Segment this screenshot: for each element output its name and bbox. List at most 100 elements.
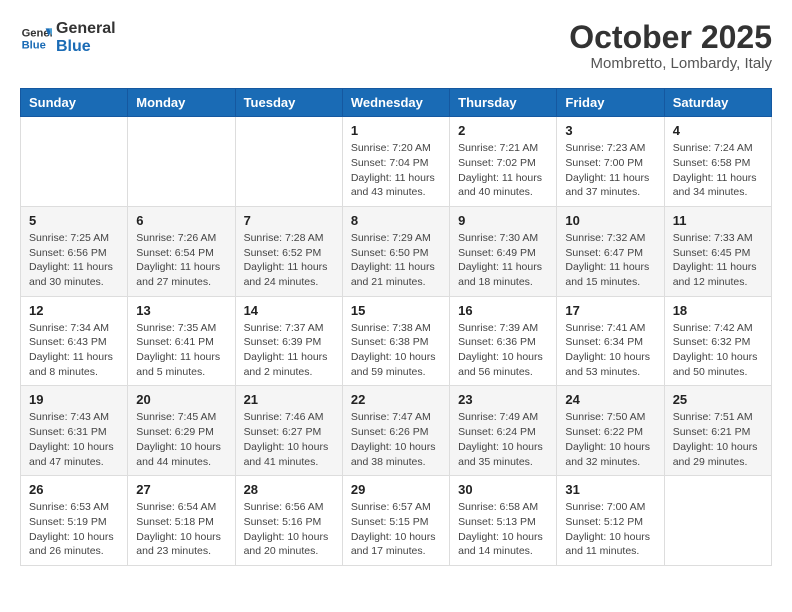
day-number: 13 bbox=[136, 303, 226, 318]
calendar-cell bbox=[21, 117, 128, 207]
calendar-cell: 9 Sunrise: 7:30 AM Sunset: 6:49 PM Daylig… bbox=[450, 206, 557, 296]
day-info: Sunrise: 7:43 AM Sunset: 6:31 PM Dayligh… bbox=[29, 410, 119, 469]
day-number: 3 bbox=[565, 123, 655, 138]
calendar-cell bbox=[664, 476, 771, 566]
logo: General Blue General Blue bbox=[20, 20, 116, 55]
weekday-header-wednesday: Wednesday bbox=[342, 89, 449, 117]
title-section: October 2025 Mombretto, Lombardy, Italy bbox=[569, 20, 772, 72]
day-number: 15 bbox=[351, 303, 441, 318]
day-info: Sunrise: 6:56 AM Sunset: 5:16 PM Dayligh… bbox=[244, 500, 334, 559]
day-number: 2 bbox=[458, 123, 548, 138]
day-info: Sunrise: 6:57 AM Sunset: 5:15 PM Dayligh… bbox=[351, 500, 441, 559]
calendar-cell: 20Sunrise: 7:45 AM Sunset: 6:29 PM Dayli… bbox=[128, 386, 235, 476]
month-title: October 2025 bbox=[569, 20, 772, 55]
day-number: 26 bbox=[29, 482, 119, 497]
day-number: 7 bbox=[244, 213, 334, 228]
calendar-cell: 19 Sunrise: 7:43 AM Sunset: 6:31 PM Dayli… bbox=[21, 386, 128, 476]
day-info: Sunrise: 7:45 AM Sunset: 6:29 PM Dayligh… bbox=[136, 410, 226, 469]
page-header: General Blue General Blue October 2025 M… bbox=[20, 20, 772, 72]
day-info: Sunrise: 7:00 AM Sunset: 5:12 PM Dayligh… bbox=[565, 500, 655, 559]
logo-icon: General Blue bbox=[20, 22, 52, 54]
week-row-4: 19 Sunrise: 7:43 AM Sunset: 6:31 PM Dayli… bbox=[21, 386, 772, 476]
day-info: Sunrise: 7:51 AM Sunset: 6:21 PM Dayligh… bbox=[673, 410, 763, 469]
day-info: Sunrise: 7:41 AM Sunset: 6:34 PM Dayligh… bbox=[565, 321, 655, 380]
calendar-cell: 16 Sunrise: 7:39 AM Sunset: 6:36 PM Dayli… bbox=[450, 296, 557, 386]
day-number: 22 bbox=[351, 392, 441, 407]
day-info: Sunrise: 7:35 AM Sunset: 6:41 PM Dayligh… bbox=[136, 321, 226, 380]
day-number: 27 bbox=[136, 482, 226, 497]
day-number: 12 bbox=[29, 303, 119, 318]
calendar-cell: 26 Sunrise: 6:53 AM Sunset: 5:19 PM Dayli… bbox=[21, 476, 128, 566]
day-number: 31 bbox=[565, 482, 655, 497]
calendar-cell: 15 Sunrise: 7:38 AM Sunset: 6:38 PM Dayli… bbox=[342, 296, 449, 386]
day-number: 25 bbox=[673, 392, 763, 407]
calendar-cell: 17 Sunrise: 7:41 AM Sunset: 6:34 PM Dayli… bbox=[557, 296, 664, 386]
day-number: 17 bbox=[565, 303, 655, 318]
day-number: 1 bbox=[351, 123, 441, 138]
weekday-header-monday: Monday bbox=[128, 89, 235, 117]
logo-general: General bbox=[56, 20, 116, 38]
svg-text:Blue: Blue bbox=[22, 39, 46, 51]
calendar-cell bbox=[128, 117, 235, 207]
calendar-cell: 30 Sunrise: 6:58 AM Sunset: 5:13 PM Dayli… bbox=[450, 476, 557, 566]
calendar-cell: 5Sunrise: 7:25 AM Sunset: 6:56 PM Daylig… bbox=[21, 206, 128, 296]
day-number: 24 bbox=[565, 392, 655, 407]
day-info: Sunrise: 6:54 AM Sunset: 5:18 PM Dayligh… bbox=[136, 500, 226, 559]
calendar-cell: 1 Sunrise: 7:20 AM Sunset: 7:04 PM Daylig… bbox=[342, 117, 449, 207]
day-info: Sunrise: 7:39 AM Sunset: 6:36 PM Dayligh… bbox=[458, 321, 548, 380]
day-number: 14 bbox=[244, 303, 334, 318]
day-info: Sunrise: 7:42 AM Sunset: 6:32 PM Dayligh… bbox=[673, 321, 763, 380]
weekday-header-friday: Friday bbox=[557, 89, 664, 117]
day-info: Sunrise: 7:34 AM Sunset: 6:43 PM Dayligh… bbox=[29, 321, 119, 380]
day-info: Sunrise: 7:47 AM Sunset: 6:26 PM Dayligh… bbox=[351, 410, 441, 469]
day-info: Sunrise: 7:46 AM Sunset: 6:27 PM Dayligh… bbox=[244, 410, 334, 469]
day-number: 10 bbox=[565, 213, 655, 228]
day-number: 28 bbox=[244, 482, 334, 497]
day-number: 23 bbox=[458, 392, 548, 407]
location: Mombretto, Lombardy, Italy bbox=[569, 55, 772, 72]
day-info: Sunrise: 7:26 AM Sunset: 6:54 PM Dayligh… bbox=[136, 231, 226, 290]
calendar-cell: 12 Sunrise: 7:34 AM Sunset: 6:43 PM Dayli… bbox=[21, 296, 128, 386]
day-info: Sunrise: 6:53 AM Sunset: 5:19 PM Dayligh… bbox=[29, 500, 119, 559]
day-info: Sunrise: 6:58 AM Sunset: 5:13 PM Dayligh… bbox=[458, 500, 548, 559]
calendar-cell: 29Sunrise: 6:57 AM Sunset: 5:15 PM Dayli… bbox=[342, 476, 449, 566]
day-number: 18 bbox=[673, 303, 763, 318]
weekday-header-thursday: Thursday bbox=[450, 89, 557, 117]
day-number: 19 bbox=[29, 392, 119, 407]
calendar-cell: 23 Sunrise: 7:49 AM Sunset: 6:24 PM Dayli… bbox=[450, 386, 557, 476]
day-info: Sunrise: 7:29 AM Sunset: 6:50 PM Dayligh… bbox=[351, 231, 441, 290]
calendar-cell: 21 Sunrise: 7:46 AM Sunset: 6:27 PM Dayli… bbox=[235, 386, 342, 476]
day-number: 8 bbox=[351, 213, 441, 228]
calendar-cell: 25 Sunrise: 7:51 AM Sunset: 6:21 PM Dayli… bbox=[664, 386, 771, 476]
day-number: 5 bbox=[29, 213, 119, 228]
day-number: 16 bbox=[458, 303, 548, 318]
day-number: 30 bbox=[458, 482, 548, 497]
calendar-cell: 13 Sunrise: 7:35 AM Sunset: 6:41 PM Dayli… bbox=[128, 296, 235, 386]
day-info: Sunrise: 7:32 AM Sunset: 6:47 PM Dayligh… bbox=[565, 231, 655, 290]
day-number: 9 bbox=[458, 213, 548, 228]
calendar-cell: 18 Sunrise: 7:42 AM Sunset: 6:32 PM Dayli… bbox=[664, 296, 771, 386]
day-info: Sunrise: 7:38 AM Sunset: 6:38 PM Dayligh… bbox=[351, 321, 441, 380]
calendar-cell: 10 Sunrise: 7:32 AM Sunset: 6:47 PM Dayli… bbox=[557, 206, 664, 296]
day-info: Sunrise: 7:23 AM Sunset: 7:00 PM Dayligh… bbox=[565, 141, 655, 200]
day-info: Sunrise: 7:20 AM Sunset: 7:04 PM Dayligh… bbox=[351, 141, 441, 200]
day-info: Sunrise: 7:28 AM Sunset: 6:52 PM Dayligh… bbox=[244, 231, 334, 290]
week-row-1: 1 Sunrise: 7:20 AM Sunset: 7:04 PM Daylig… bbox=[21, 117, 772, 207]
calendar-cell: 24 Sunrise: 7:50 AM Sunset: 6:22 PM Dayli… bbox=[557, 386, 664, 476]
weekday-header-row: SundayMondayTuesdayWednesdayThursdayFrid… bbox=[21, 89, 772, 117]
day-info: Sunrise: 7:33 AM Sunset: 6:45 PM Dayligh… bbox=[673, 231, 763, 290]
calendar-cell: 6 Sunrise: 7:26 AM Sunset: 6:54 PM Daylig… bbox=[128, 206, 235, 296]
weekday-header-tuesday: Tuesday bbox=[235, 89, 342, 117]
calendar-cell: 27 Sunrise: 6:54 AM Sunset: 5:18 PM Dayli… bbox=[128, 476, 235, 566]
day-number: 21 bbox=[244, 392, 334, 407]
day-info: Sunrise: 7:50 AM Sunset: 6:22 PM Dayligh… bbox=[565, 410, 655, 469]
weekday-header-sunday: Sunday bbox=[21, 89, 128, 117]
logo-blue: Blue bbox=[56, 38, 116, 56]
calendar-cell: 11Sunrise: 7:33 AM Sunset: 6:45 PM Dayli… bbox=[664, 206, 771, 296]
day-number: 4 bbox=[673, 123, 763, 138]
day-info: Sunrise: 7:49 AM Sunset: 6:24 PM Dayligh… bbox=[458, 410, 548, 469]
day-number: 6 bbox=[136, 213, 226, 228]
day-info: Sunrise: 7:30 AM Sunset: 6:49 PM Dayligh… bbox=[458, 231, 548, 290]
calendar-cell: 3 Sunrise: 7:23 AM Sunset: 7:00 PM Daylig… bbox=[557, 117, 664, 207]
week-row-3: 12 Sunrise: 7:34 AM Sunset: 6:43 PM Dayli… bbox=[21, 296, 772, 386]
